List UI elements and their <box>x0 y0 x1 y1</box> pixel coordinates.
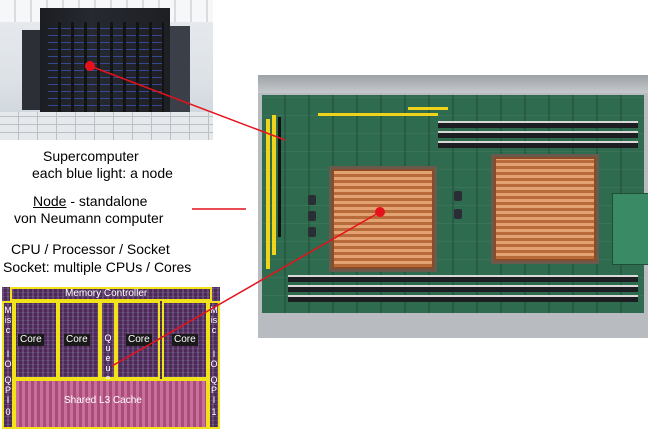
supercomputer-photo <box>0 0 213 140</box>
right-misc-label: Misc <box>210 305 218 335</box>
chassis-tray <box>258 75 648 93</box>
cpu-caption: CPU / Processor / Socket <box>11 241 170 257</box>
right-qpi-number: 1 <box>211 407 217 417</box>
memory-slot <box>438 131 638 138</box>
power-cable <box>318 113 438 116</box>
core-label: Core <box>18 334 44 346</box>
shared-cache-label: Shared L3 Cache <box>64 395 142 406</box>
left-misc-label: Misc <box>4 305 12 335</box>
memory-slot <box>438 121 638 128</box>
supercomputer-subcaption: each blue light: a node <box>32 165 173 181</box>
node-caption: Node - standalone <box>33 193 147 210</box>
expansion-card <box>612 193 648 265</box>
socket-marker-dot <box>375 207 385 217</box>
power-cable <box>266 119 270 269</box>
rack-row-right <box>170 26 190 116</box>
left-io-label: IO <box>4 349 12 369</box>
node-subcaption: von Neumann computer <box>14 210 164 226</box>
power-cable <box>272 115 276 255</box>
capacitor <box>454 191 462 201</box>
cpu-die-image: Memory Controller Misc IO QPI 0 Misc IO … <box>2 287 220 429</box>
capacitor <box>308 195 316 205</box>
left-qpi-label: QPI <box>4 375 12 405</box>
right-io-label: IO <box>210 349 218 369</box>
cpu-heatsink-left <box>332 169 434 269</box>
core-label: Core <box>126 334 152 346</box>
node-marker-dot <box>85 61 95 71</box>
memory-slot <box>288 295 638 302</box>
cpu-heatsink-right <box>494 157 596 261</box>
memory-slot <box>438 141 638 148</box>
memory-slot <box>288 275 638 282</box>
socket-caption: Socket: multiple CPUs / Cores <box>3 259 192 275</box>
queue-label: Queue <box>104 333 112 383</box>
memory-slot <box>288 285 638 292</box>
capacitor <box>308 227 316 237</box>
power-cable <box>408 107 448 110</box>
right-qpi-label: QPI <box>210 375 218 405</box>
motherboard-photo <box>258 75 648 338</box>
memory-controller-label: Memory Controller <box>65 288 148 299</box>
core-label: Core <box>64 334 90 346</box>
node-term: Node <box>33 193 67 209</box>
capacitor <box>308 211 316 221</box>
core-label: Core <box>172 334 198 346</box>
supercomputer-caption: Supercomputer <box>43 148 139 164</box>
floor-tiles <box>0 112 213 140</box>
power-cable-black <box>278 117 281 237</box>
node-caption-rest: - standalone <box>66 193 148 209</box>
capacitor <box>454 209 462 219</box>
left-qpi-number: 0 <box>5 407 11 417</box>
